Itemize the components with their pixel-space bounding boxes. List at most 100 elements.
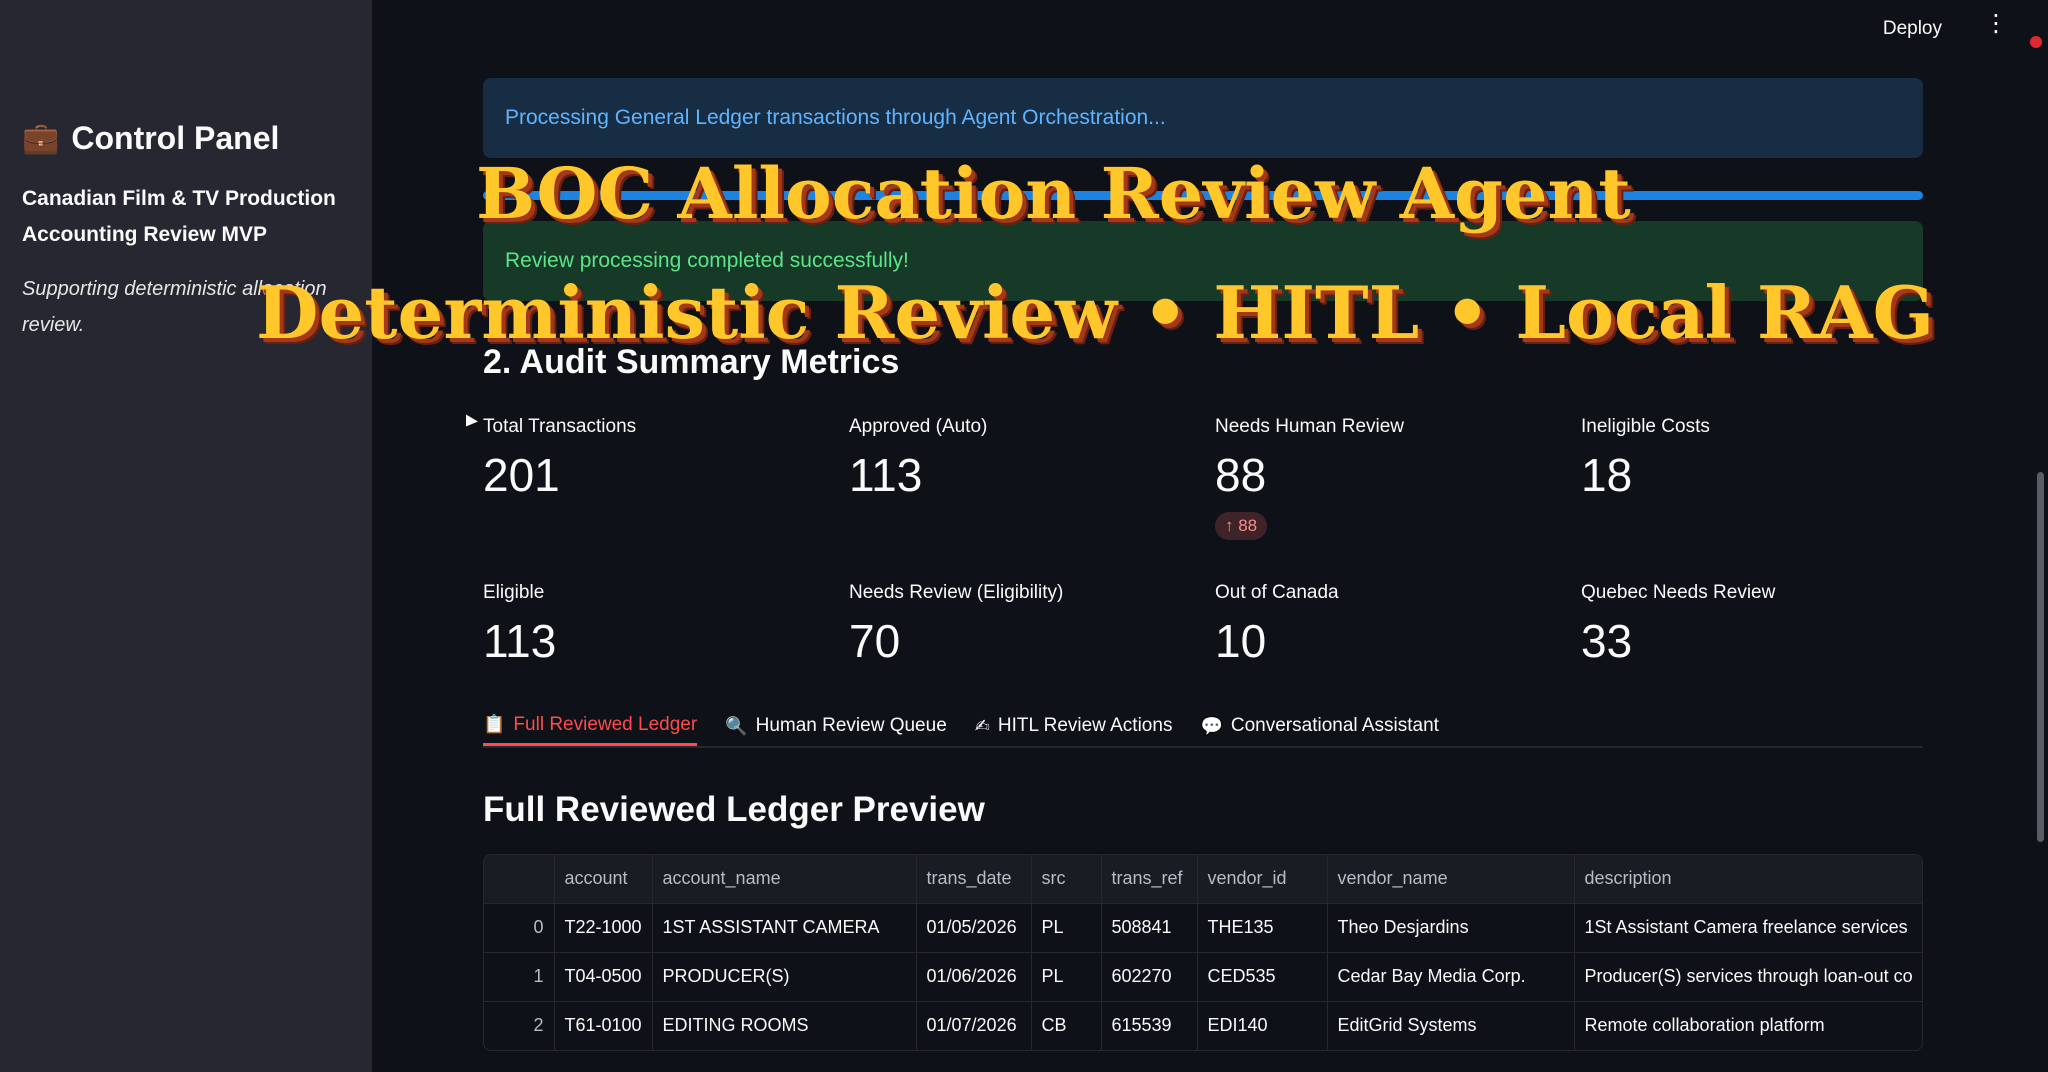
table-cell: 615539: [1101, 1000, 1198, 1050]
table-cell: T22-1000: [554, 902, 653, 952]
metric-ineligible-costs: Ineligible Costs 18: [1581, 416, 1947, 556]
column-header[interactable]: description: [1574, 855, 1922, 903]
page-scrollbar[interactable]: [2037, 472, 2044, 842]
table-cell: 508841: [1101, 902, 1198, 952]
summary-title: 2. Audit Summary Metrics: [483, 343, 900, 381]
table-cell: 1: [484, 951, 555, 1001]
metric-label: Needs Human Review: [1215, 416, 1405, 437]
success-alert-text: Review processing completed successfully…: [505, 249, 909, 272]
metric-label: Out of Canada: [1215, 582, 1339, 603]
table-cell: CB: [1031, 1000, 1102, 1050]
metric-value: 70: [849, 615, 901, 667]
sidebar-caption: Supporting deterministic allocation revi…: [22, 278, 327, 336]
metric-delta-badge: ↑ 88: [1215, 512, 1268, 540]
table-cell: Cedar Bay Media Corp.: [1327, 951, 1575, 1001]
tab-label: Full Reviewed Ledger: [513, 713, 698, 735]
metric-needs-human-review: Needs Human Review 88 ↑ 88: [1215, 416, 1581, 556]
metric-eligible: Eligible 113: [483, 582, 849, 668]
table-cell: 2: [484, 1000, 555, 1050]
tab-human-review-queue[interactable]: 🔍 Human Review Queue: [725, 706, 947, 746]
tab-label: Conversational Assistant: [1230, 715, 1439, 736]
column-header[interactable]: src: [1031, 855, 1102, 903]
column-header[interactable]: vendor_id: [1197, 855, 1328, 903]
clipboard-icon: 📋: [483, 714, 506, 734]
table-cell: Producer(S) services through loan-out co: [1574, 951, 1922, 1001]
sidebar: 💼 Control Panel Canadian Film & TV Produ…: [0, 0, 372, 1072]
metric-value: 18: [1581, 449, 1633, 501]
metric-needs-review-eligibility: Needs Review (Eligibility) 70: [849, 582, 1215, 668]
table-cell: 602270: [1101, 951, 1198, 1001]
metric-total-transactions: Total Transactions 201: [483, 416, 849, 556]
sidebar-title-text: Control Panel: [71, 120, 280, 156]
table-cell: PRODUCER(S): [652, 951, 917, 1001]
metric-quebec-needs-review: Quebec Needs Review 33: [1581, 582, 1947, 668]
tab-conversational-assistant[interactable]: 💬 Conversational Assistant: [1200, 706, 1438, 746]
metric-value: 33: [1581, 615, 1633, 667]
table-cell: 1ST ASSISTANT CAMERA: [652, 902, 917, 952]
table-cell: 01/05/2026: [916, 902, 1032, 952]
column-header[interactable]: account_name: [652, 855, 917, 903]
metric-label: Quebec Needs Review: [1581, 582, 1776, 603]
table-cell: EditGrid Systems: [1327, 1000, 1575, 1050]
tab-label: Human Review Queue: [755, 715, 947, 736]
metric-label: Eligible: [483, 582, 545, 603]
table-cell: EDI140: [1197, 1000, 1328, 1050]
table-cell: PL: [1031, 902, 1102, 952]
metric-label: Ineligible Costs: [1581, 416, 1710, 437]
writing-hand-icon: ✍: [974, 715, 990, 736]
table-cell: 1St Assistant Camera freelance services: [1574, 902, 1922, 952]
metric-value: 113: [483, 615, 557, 667]
table-cell: 01/07/2026: [916, 1000, 1032, 1050]
info-alert-text: Processing General Ledger transactions t…: [505, 106, 1166, 129]
table-row[interactable]: 2 T61-0100 EDITING ROOMS 01/07/2026 CB 6…: [484, 1000, 1922, 1050]
table-cell: CED535: [1197, 951, 1328, 1001]
table-cell: 01/06/2026: [916, 951, 1032, 1001]
ledger-table[interactable]: account account_name trans_date src tran…: [483, 854, 1923, 1051]
recording-dot-icon: [2030, 36, 2042, 48]
column-header[interactable]: account: [554, 855, 653, 903]
progress-bar: [483, 191, 1923, 200]
metric-label: Total Transactions: [483, 416, 637, 437]
deploy-button[interactable]: Deploy: [1883, 18, 1942, 40]
table-cell: 0: [484, 902, 555, 952]
metric-value: 201: [483, 449, 560, 501]
table-cell: EDITING ROOMS: [652, 1000, 917, 1050]
metric-label: Approved (Auto): [849, 416, 988, 437]
main-content: Processing General Ledger transactions t…: [483, 78, 1923, 1051]
mouse-cursor-icon: [466, 414, 478, 434]
info-alert: Processing General Ledger transactions t…: [483, 78, 1923, 158]
tab-full-reviewed-ledger[interactable]: 📋 Full Reviewed Ledger: [483, 706, 698, 746]
metric-approved-auto: Approved (Auto) 113: [849, 416, 1215, 556]
briefcase-icon: 💼: [22, 122, 60, 155]
tab-hitl-review-actions[interactable]: ✍ HITL Review Actions: [975, 706, 1173, 746]
table-header-row: account account_name trans_date src tran…: [484, 855, 1922, 903]
magnifier-icon: 🔍: [725, 715, 748, 736]
sidebar-subtitle: Canadian Film & TV Production Accounting…: [22, 187, 336, 246]
ledger-title: Full Reviewed Ledger Preview: [483, 790, 985, 829]
topbar: Deploy ⋮: [372, 0, 2048, 60]
table-cell: Theo Desjardins: [1327, 902, 1575, 952]
metric-label: Needs Review (Eligibility): [849, 582, 1064, 603]
vertical-dots-icon[interactable]: ⋮: [1984, 12, 2008, 36]
tab-label: HITL Review Actions: [997, 715, 1173, 736]
column-header[interactable]: vendor_name: [1327, 855, 1575, 903]
metric-out-of-canada: Out of Canada 10: [1215, 582, 1581, 668]
table-cell: Remote collaboration platform: [1574, 1000, 1922, 1050]
table-cell: THE135: [1197, 902, 1328, 952]
metric-value: 113: [849, 449, 923, 501]
table-cell: T04-0500: [554, 951, 653, 1001]
success-alert: Review processing completed successfully…: [483, 221, 1923, 301]
column-header[interactable]: trans_ref: [1101, 855, 1198, 903]
tab-bar: 📋 Full Reviewed Ledger 🔍 Human Review Qu…: [483, 692, 1923, 748]
table-row[interactable]: 1 T04-0500 PRODUCER(S) 01/06/2026 PL 602…: [484, 951, 1922, 1001]
table-row[interactable]: 0 T22-1000 1ST ASSISTANT CAMERA 01/05/20…: [484, 902, 1922, 952]
sidebar-title: 💼 Control Panel: [22, 120, 346, 157]
speech-bubble-icon: 💬: [1200, 715, 1223, 736]
metric-value: 10: [1215, 615, 1267, 667]
column-header[interactable]: [484, 855, 555, 903]
table-cell: PL: [1031, 951, 1102, 1001]
column-header[interactable]: trans_date: [916, 855, 1032, 903]
metrics-grid: Total Transactions 201 Approved (Auto) 1…: [483, 416, 1923, 668]
metric-value: 88: [1215, 449, 1267, 501]
table-cell: T61-0100: [554, 1000, 653, 1050]
